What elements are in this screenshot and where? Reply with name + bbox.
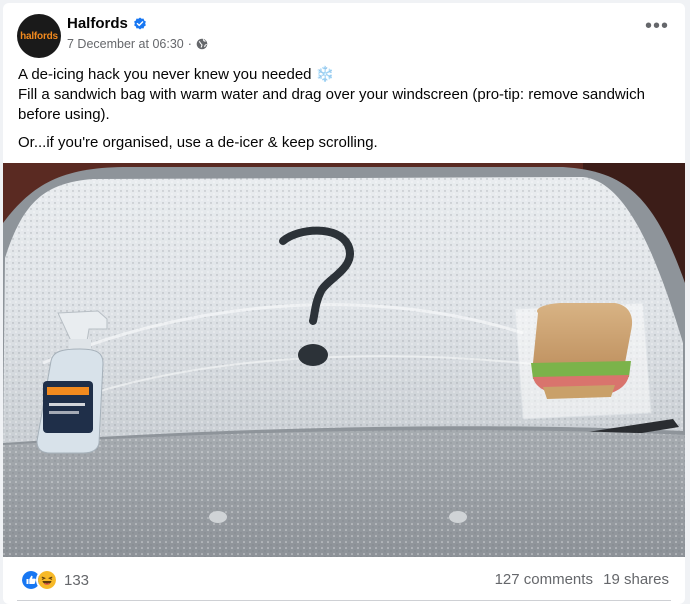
post-text-tip: Fill a sandwich bag with warm water and …	[18, 86, 645, 123]
more-options-icon[interactable]: •••	[645, 16, 669, 36]
post-message: A de-icing hack you never knew you neede…	[18, 65, 673, 153]
reaction-count: 133	[64, 571, 90, 589]
reactions-summary[interactable]: 133	[20, 569, 89, 591]
avatar-logo-text: halfords	[20, 30, 58, 42]
page-avatar[interactable]: halfords	[17, 14, 61, 58]
snowflake-icon: ❄️	[315, 66, 335, 83]
washer-jet-left	[209, 511, 227, 523]
shares-count-link[interactable]: 19 shares	[603, 571, 669, 588]
page-name-link[interactable]: Halfords	[67, 15, 128, 32]
question-mark-dot	[298, 344, 328, 366]
verified-badge-icon	[134, 17, 146, 30]
meta-separator: ·	[187, 37, 192, 51]
post-photo[interactable]	[3, 163, 685, 557]
post-card: halfords Halfords 7 December at 06:30 · …	[3, 3, 685, 604]
bonnet-frost-texture	[3, 430, 685, 557]
engagement-counts: 127 comments 19 shares	[495, 571, 669, 588]
globe-icon[interactable]	[196, 38, 208, 50]
post-text-line-1: A de-icing hack you never knew you neede…	[18, 65, 673, 125]
comments-count-link[interactable]: 127 comments	[495, 571, 593, 588]
post-meta: 7 December at 06:30 ·	[67, 37, 208, 51]
haha-reaction-icon	[36, 569, 58, 591]
footer-divider	[17, 600, 671, 601]
washer-jet-right	[449, 511, 467, 523]
post-engagement-bar: 133 127 comments 19 shares	[3, 557, 685, 603]
post-text-line-3: Or...if you're organised, use a de-icer …	[18, 134, 378, 151]
post-text-hook: A de-icing hack you never knew you neede…	[18, 66, 312, 83]
post-timestamp-link[interactable]: 7 December at 06:30	[67, 37, 184, 51]
sandwich-bag	[514, 302, 652, 420]
